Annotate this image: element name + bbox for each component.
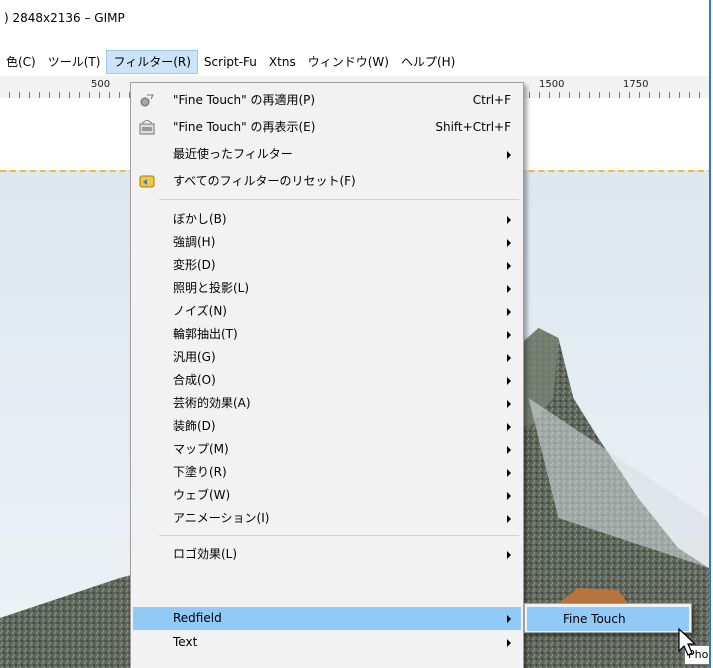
reshow-filter-icon <box>139 120 155 135</box>
menubar-windows[interactable]: ウィンドウ(W) <box>302 50 395 74</box>
menu-item-artistic[interactable]: 芸術的効果(A) <box>133 392 521 415</box>
menu-item-blur[interactable]: ぼかし(B) <box>133 208 521 231</box>
menu-item-redfield[interactable]: Redfield <box>133 607 521 630</box>
menu-item-reset-all-filters[interactable]: すべてのフィルターのリセット(F) <box>133 170 521 193</box>
menubar-help[interactable]: ヘルプ(H) <box>395 50 461 74</box>
reset-filters-icon <box>139 175 155 188</box>
submenu-arrow-icon <box>507 285 511 293</box>
menu-item-enhance[interactable]: 強調(H) <box>133 231 521 254</box>
menu-item-label: ぼかし(B) <box>173 212 227 226</box>
menu-item-label: すべてのフィルターのリセット(F) <box>173 174 356 188</box>
redfield-submenu: Fine Touch <box>524 603 692 633</box>
submenu-arrow-icon <box>507 331 511 339</box>
submenu-arrow-icon <box>507 446 511 454</box>
menu-item-distorts[interactable]: 変形(D) <box>133 254 521 277</box>
menu-item-label: 装飾(D) <box>173 419 216 433</box>
menu-item-text[interactable]: Text <box>133 631 521 654</box>
filters-menu: "Fine Touch" の再適用(P) Ctrl+F "Fine Touch"… <box>130 82 524 668</box>
ruler-label-1500: 1500 <box>538 79 566 90</box>
submenu-arrow-icon <box>507 615 511 623</box>
menu-separator <box>159 535 519 536</box>
menu-item-light-and-shadow[interactable]: 照明と投影(L) <box>133 277 521 300</box>
menu-item-label: 芸術的効果(A) <box>173 396 251 410</box>
submenu-arrow-icon <box>507 308 511 316</box>
menu-item-fine-touch[interactable]: Fine Touch <box>527 607 689 631</box>
menu-bar: 色(C) ツール(T) フィルター(R) Script-Fu Xtns ウィンド… <box>0 48 709 76</box>
menubar-tools[interactable]: ツール(T) <box>42 50 107 74</box>
menu-item-recent-filters[interactable]: 最近使ったフィルター <box>133 143 521 166</box>
window-title: ) 2848x2136 – GIMP <box>4 11 125 25</box>
menu-item-logo-effects[interactable]: ロゴ効果(L) <box>133 543 521 566</box>
menu-item-combine[interactable]: 合成(O) <box>133 369 521 392</box>
menu-item-label: 強調(H) <box>173 235 216 249</box>
menu-item-decor[interactable]: 装飾(D) <box>133 415 521 438</box>
menubar-xtns[interactable]: Xtns <box>263 50 302 74</box>
submenu-arrow-icon <box>507 469 511 477</box>
submenu-arrow-icon <box>507 151 511 159</box>
menu-item-web[interactable]: ウェブ(W) <box>133 484 521 507</box>
menu-item-render[interactable]: 下塗り(R) <box>133 461 521 484</box>
menu-item-label: 照明と投影(L) <box>173 281 250 295</box>
title-bar: ) 2848x2136 – GIMP <box>0 0 709 36</box>
ruler-label-500: 500 <box>90 79 112 90</box>
ruler-label-1750: 1750 <box>622 79 650 90</box>
menu-item-label: "Fine Touch" の再表示(E) <box>173 120 316 134</box>
menu-item-label: Fine Touch <box>563 611 626 626</box>
menu-item-animation[interactable]: アニメーション(I) <box>133 507 521 530</box>
submenu-arrow-icon <box>507 551 511 559</box>
menu-separator <box>159 199 519 200</box>
menu-item-label: アニメーション(I) <box>173 511 270 525</box>
submenu-arrow-icon <box>507 262 511 270</box>
menu-item-shortcut: Ctrl+F <box>472 93 511 107</box>
menu-item-label: 汎用(G) <box>173 350 216 364</box>
menu-item-edge-detect[interactable]: 輪郭抽出(T) <box>133 323 521 346</box>
menu-item-shortcut: Shift+Ctrl+F <box>435 120 511 134</box>
menu-item-label: Text <box>173 635 198 649</box>
menu-item-generic[interactable]: 汎用(G) <box>133 346 521 369</box>
submenu-arrow-icon <box>507 216 511 224</box>
menubar-colors[interactable]: 色(C) <box>0 50 42 74</box>
menu-item-noise[interactable]: ノイズ(N) <box>133 300 521 323</box>
submenu-arrow-icon <box>507 423 511 431</box>
gimp-window: ) 2848x2136 – GIMP 色(C) ツール(T) フィルター(R) … <box>0 0 711 668</box>
submenu-arrow-icon <box>507 239 511 247</box>
mouse-cursor-icon <box>678 627 697 656</box>
submenu-arrow-icon <box>507 639 511 647</box>
menu-item-label: 輪郭抽出(T) <box>173 327 238 341</box>
menubar-script-fu[interactable]: Script-Fu <box>198 50 263 74</box>
submenu-arrow-icon <box>507 377 511 385</box>
submenu-arrow-icon <box>507 492 511 500</box>
reapply-filter-icon <box>140 94 154 107</box>
menubar-filters[interactable]: フィルター(R) <box>106 50 198 74</box>
menu-item-label: 最近使ったフィルター <box>173 147 293 161</box>
submenu-arrow-icon <box>507 400 511 408</box>
menu-item-reapply-fine-touch[interactable]: "Fine Touch" の再適用(P) Ctrl+F <box>133 89 521 112</box>
menu-item-label: ノイズ(N) <box>173 304 227 318</box>
menu-item-label: "Fine Touch" の再適用(P) <box>173 93 316 107</box>
menu-item-label: 合成(O) <box>173 373 216 387</box>
menu-item-label: ウェブ(W) <box>173 488 231 502</box>
menu-item-label: 変形(D) <box>173 258 216 272</box>
menu-item-label: マップ(M) <box>173 442 229 456</box>
submenu-arrow-icon <box>507 354 511 362</box>
submenu-arrow-icon <box>507 515 511 523</box>
menu-item-label: 下塗り(R) <box>173 465 227 479</box>
menu-item-label: Redfield <box>173 611 222 625</box>
menu-item-reshow-fine-touch[interactable]: "Fine Touch" の再表示(E) Shift+Ctrl+F <box>133 116 521 139</box>
menu-item-label: ロゴ効果(L) <box>173 547 238 561</box>
menu-item-map[interactable]: マップ(M) <box>133 438 521 461</box>
